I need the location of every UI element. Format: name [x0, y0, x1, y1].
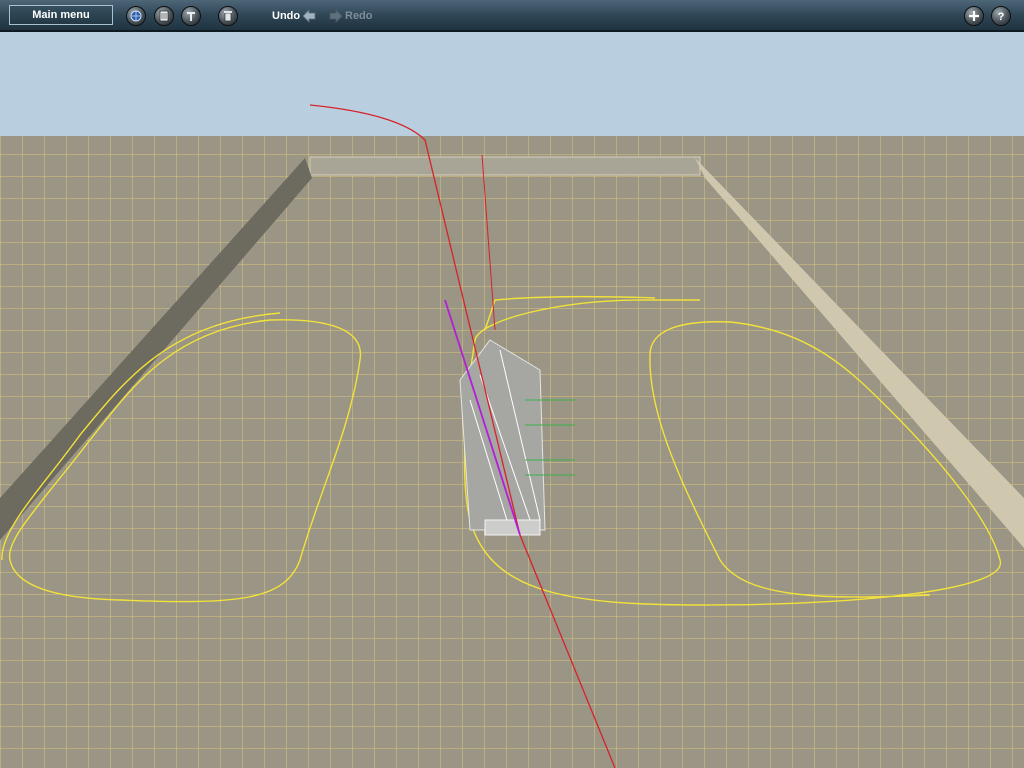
redo-arrow-icon: [329, 9, 343, 23]
trash-button[interactable]: [218, 6, 238, 26]
layers-icon: [159, 10, 169, 22]
help-button[interactable]: ?: [991, 6, 1011, 26]
top-toolbar: Main menu Undo Redo ?: [0, 0, 1024, 32]
layers-button[interactable]: [154, 6, 174, 26]
far-wall: [309, 156, 701, 176]
tool-button[interactable]: [181, 6, 201, 26]
globe-icon: [130, 10, 142, 22]
add-button[interactable]: [964, 6, 984, 26]
redo-button: Redo: [345, 10, 373, 22]
sky: [0, 32, 1024, 136]
add-icon: [969, 11, 979, 21]
tool-icon: [187, 12, 195, 21]
help-icon: ?: [998, 11, 1005, 23]
undo-button[interactable]: Undo: [272, 10, 300, 22]
undo-arrow-icon[interactable]: [302, 9, 316, 23]
3d-viewport[interactable]: [0, 32, 1024, 768]
globe-button[interactable]: [126, 6, 146, 26]
trash-icon: [224, 11, 232, 22]
main-menu-button[interactable]: Main menu: [9, 5, 113, 25]
svg-text:?: ?: [998, 11, 1005, 23]
